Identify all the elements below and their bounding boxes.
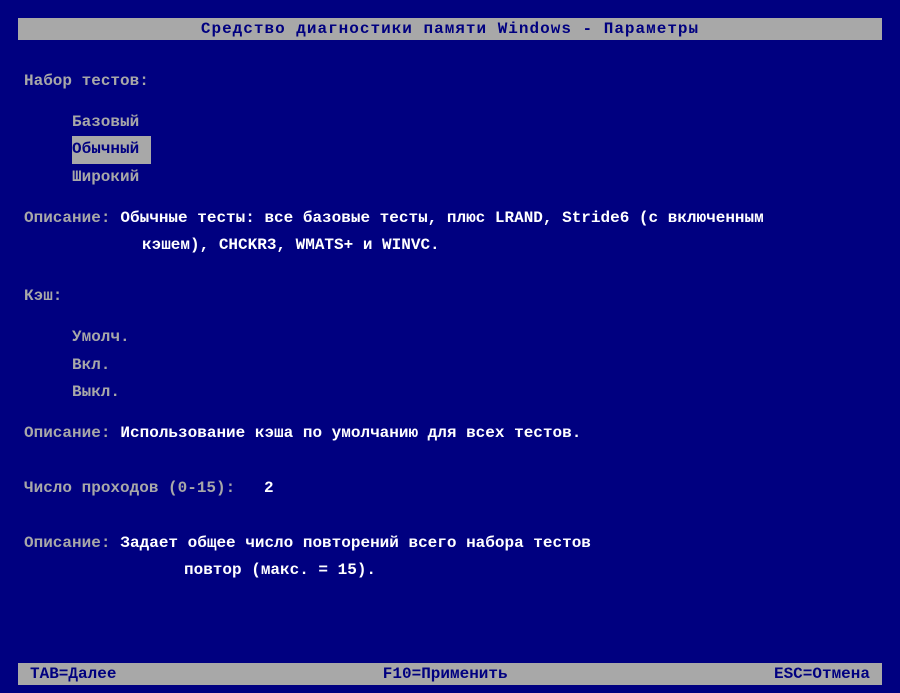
test-set-options: Базовый Обычный Широкий	[24, 109, 876, 191]
footer-f10[interactable]: F10=Применить	[383, 663, 508, 685]
test-desc-line1: Обычные тесты: все базовые тесты, плюс L…	[120, 205, 763, 232]
test-option-basic[interactable]: Базовый	[72, 109, 876, 136]
cache-desc-row: Описание: Использование кэша по умолчани…	[24, 420, 876, 447]
pass-label: Число проходов (0-15):	[24, 479, 235, 497]
pass-desc-label: Описание:	[24, 530, 110, 557]
title-text: Средство диагностики памяти Windows - Па…	[201, 20, 699, 38]
pass-desc-line1: Задает общее число повторений всего набо…	[120, 530, 590, 557]
content-area: Набор тестов: Базовый Обычный Широкий Оп…	[0, 40, 900, 585]
cache-option-default[interactable]: Умолч.	[72, 324, 876, 351]
test-desc-row: Описание: Обычные тесты: все базовые тес…	[24, 205, 876, 232]
cache-desc-text: Использование кэша по умолчанию для всех…	[120, 420, 581, 447]
cache-label: Кэш:	[24, 283, 876, 310]
pass-row: Число проходов (0-15): 2	[24, 475, 876, 502]
test-option-standard[interactable]: Обычный	[72, 136, 151, 163]
footer-esc[interactable]: ESC=Отмена	[774, 663, 870, 685]
test-set-label: Набор тестов:	[24, 68, 876, 95]
cache-desc-label: Описание:	[24, 420, 110, 447]
cache-option-off[interactable]: Выкл.	[72, 379, 876, 406]
test-option-extended[interactable]: Широкий	[72, 164, 876, 191]
footer-tab[interactable]: TAB=Далее	[30, 663, 116, 685]
test-desc-label: Описание:	[24, 205, 110, 232]
test-desc-line2: кэшем), CHCKR3, WMATS+ и WINVC.	[24, 232, 876, 259]
cache-option-on[interactable]: Вкл.	[72, 352, 876, 379]
pass-desc-line2: повтор (макс. = 15).	[24, 557, 876, 584]
title-bar: Средство диагностики памяти Windows - Па…	[18, 18, 882, 40]
pass-desc-row: Описание: Задает общее число повторений …	[24, 530, 876, 557]
cache-options: Умолч. Вкл. Выкл.	[24, 324, 876, 406]
pass-value[interactable]: 2	[264, 479, 274, 497]
footer-bar: TAB=Далее F10=Применить ESC=Отмена	[18, 663, 882, 685]
